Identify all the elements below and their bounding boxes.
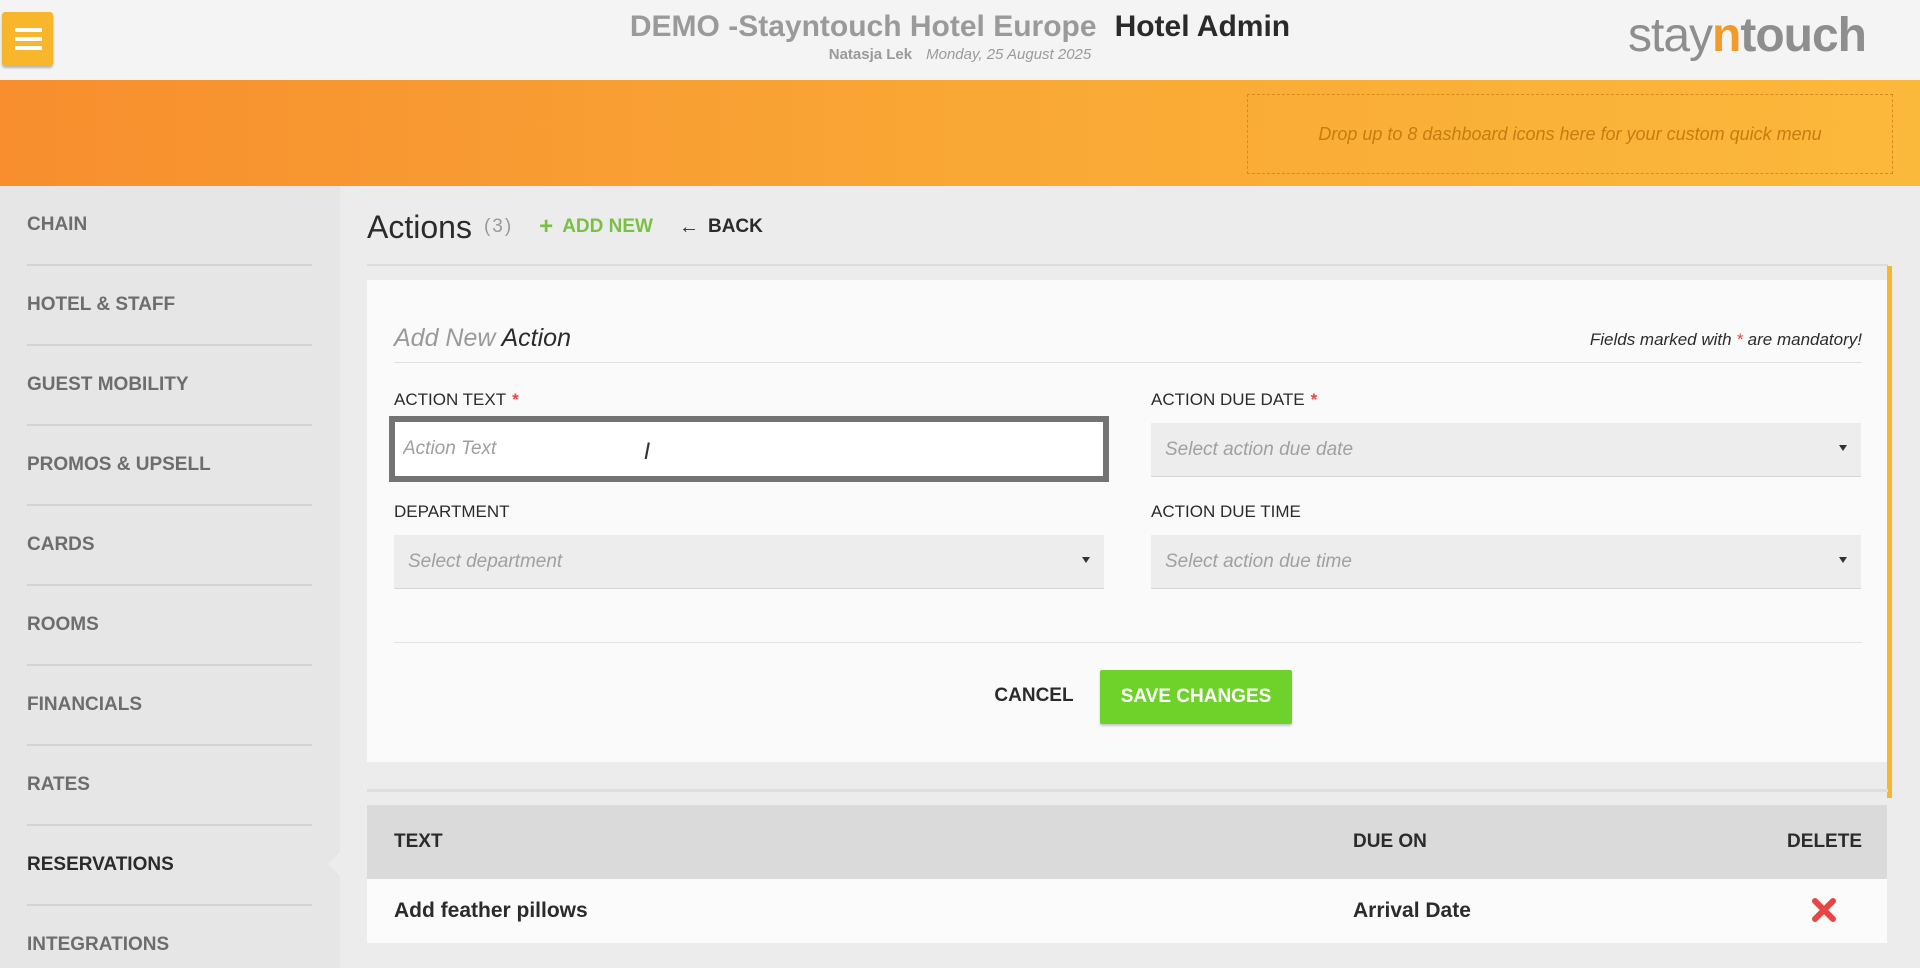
action-text-label: ACTION TEXT *: [394, 390, 519, 409]
mandatory-note: Fields marked with * are mandatory!: [1589, 330, 1862, 349]
quick-menu-band: Drop up to 8 dashboard icons here for yo…: [0, 80, 1920, 186]
sidebar-item-financials[interactable]: FINANCIALS: [27, 666, 312, 746]
add-new-label: ADD NEW: [562, 216, 653, 237]
due-date-label: ACTION DUE DATE *: [1151, 390, 1318, 409]
user-name: Natasja Lek: [828, 46, 913, 63]
form-divider: [394, 362, 1862, 363]
form-title: Add New Action: [394, 324, 571, 353]
chevron-down-icon: [1839, 557, 1847, 563]
due-on-cell: Arrival Date: [1353, 899, 1471, 922]
add-action-form: Add New Action Fields marked with * are …: [367, 280, 1887, 762]
scroll-indicator[interactable]: [1887, 266, 1892, 798]
header-divider: [367, 264, 1888, 266]
plus-icon: +: [539, 213, 554, 240]
sidebar-item-rates[interactable]: RATES: [27, 746, 312, 826]
column-header-due-on: DUE ON: [1353, 831, 1427, 852]
column-header-delete: DELETE: [1787, 831, 1862, 852]
sidebar-item-reservations[interactable]: RESERVATIONS: [27, 826, 312, 906]
hotel-name: DEMO -Stayntouch Hotel Europe: [629, 10, 1097, 43]
sidebar-item-guest-mobility[interactable]: GUEST MOBILITY: [27, 346, 312, 426]
top-bar: DEMO -Stayntouch Hotel Europe Hotel Admin…: [0, 0, 1920, 80]
sidebar-item-promos-upsell[interactable]: PROMOS & UPSELL: [27, 426, 312, 506]
form-title-main: Action: [501, 324, 571, 352]
quick-menu-dropzone[interactable]: Drop up to 8 dashboard icons here for yo…: [1247, 94, 1893, 174]
page-title: Actions: [367, 208, 472, 245]
save-changes-button[interactable]: SAVE CHANGES: [1100, 670, 1292, 724]
form-actions-divider: [394, 642, 1862, 643]
page-header: Actions (3) + ADD NEW ← BACK: [367, 205, 763, 249]
current-date: Monday, 25 August 2025: [926, 46, 1092, 63]
action-text-field[interactable]: I: [389, 416, 1109, 482]
card-divider: [367, 789, 1888, 792]
sidebar-item-integrations[interactable]: INTEGRATIONS: [27, 906, 312, 968]
app-name: Hotel Admin: [1114, 10, 1291, 43]
action-text-cell: Add feather pillows: [394, 899, 588, 922]
due-date-select[interactable]: Select action due date: [1151, 423, 1861, 477]
due-time-select[interactable]: Select action due time: [1151, 535, 1861, 589]
department-label: DEPARTMENT: [394, 502, 510, 521]
column-header-text: TEXT: [394, 831, 443, 852]
active-item-pointer: [328, 852, 340, 876]
actions-table-header: TEXT DUE ON DELETE: [367, 805, 1887, 879]
sidebar-item-chain[interactable]: CHAIN: [27, 186, 312, 266]
sidebar-item-cards[interactable]: CARDS: [27, 506, 312, 586]
sidebar: CHAIN HOTEL & STAFF GUEST MOBILITY PROMO…: [0, 186, 340, 968]
department-placeholder: Select department: [408, 550, 563, 572]
back-label: BACK: [707, 216, 763, 237]
back-button[interactable]: ← BACK: [679, 216, 763, 239]
action-text-input[interactable]: [403, 438, 1095, 460]
sidebar-item-rooms[interactable]: ROOMS: [27, 586, 312, 666]
table-row[interactable]: Add feather pillows Arrival Date: [367, 879, 1887, 943]
due-time-label: ACTION DUE TIME: [1151, 502, 1301, 521]
stayntouch-logo: stayntouch: [1628, 9, 1867, 62]
chevron-down-icon: [1082, 557, 1090, 563]
form-title-prefix: Add New: [394, 324, 496, 352]
due-time-placeholder: Select action due time: [1165, 550, 1352, 572]
text-cursor-icon: I: [644, 440, 651, 465]
chevron-down-icon: [1839, 445, 1847, 451]
arrow-left-icon: ←: [678, 215, 699, 238]
department-select[interactable]: Select department: [394, 535, 1104, 589]
due-date-placeholder: Select action due date: [1165, 438, 1354, 460]
item-count: (3): [483, 216, 514, 237]
delete-x-icon[interactable]: [1809, 895, 1839, 925]
add-new-button[interactable]: + ADD NEW: [539, 215, 653, 239]
sidebar-item-hotel-staff[interactable]: HOTEL & STAFF: [27, 266, 312, 346]
quick-menu-placeholder: Drop up to 8 dashboard icons here for yo…: [1318, 123, 1822, 144]
cancel-button[interactable]: CANCEL: [987, 670, 1081, 722]
